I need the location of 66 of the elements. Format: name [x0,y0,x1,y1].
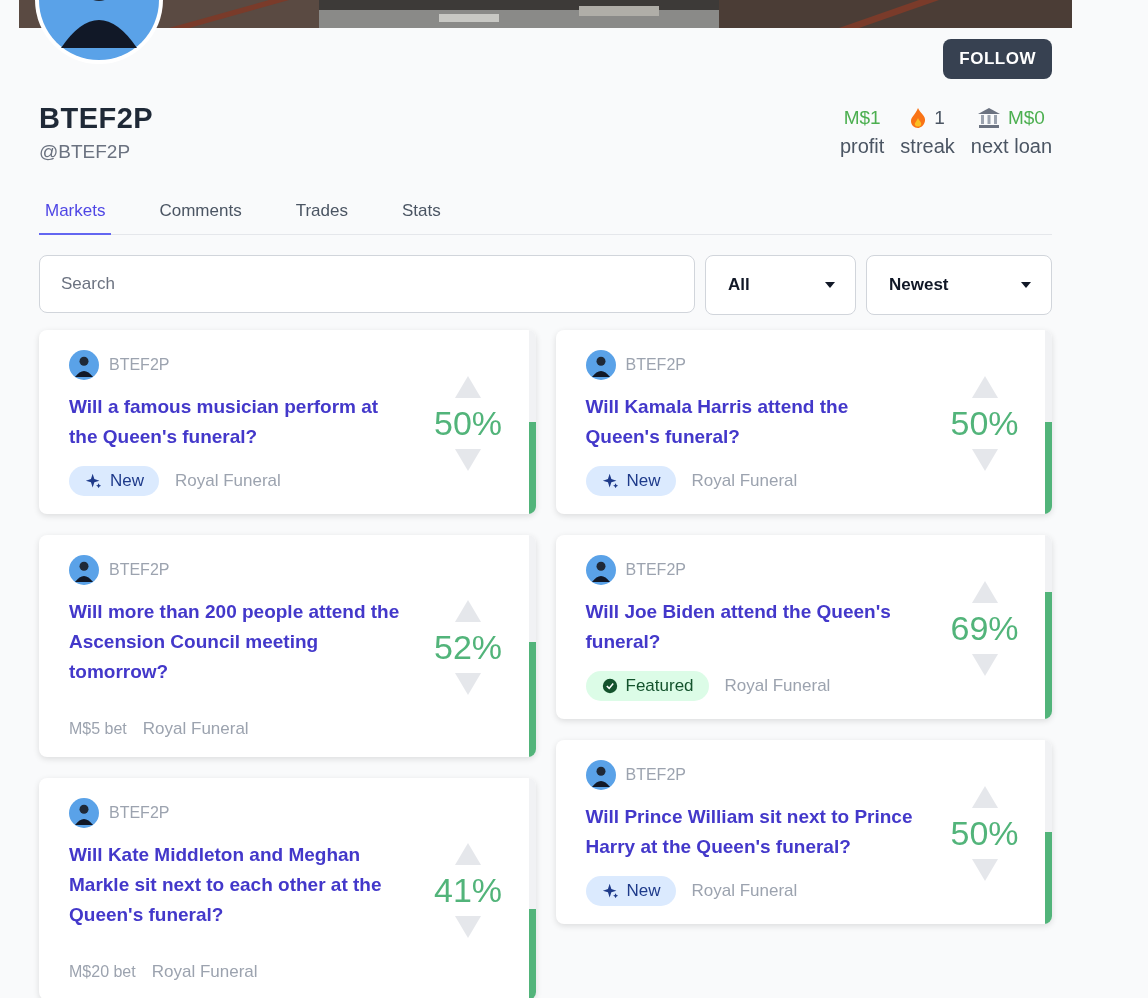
up-arrow-icon[interactable] [455,842,481,865]
down-arrow-icon[interactable] [971,448,998,471]
probability: 50% [950,813,1019,853]
creator-avatar [69,555,99,585]
creator-avatar [585,555,616,585]
stat-value: M$1 [843,107,881,129]
stat-value: 1 [934,107,945,129]
market-question[interactable]: Will more than 200 people attend the Ascension Council meeting tomorrow? [69,597,405,687]
up-arrow-icon[interactable] [971,375,998,398]
filter-dropdown[interactable]: Newest [866,255,1052,315]
probability: 41% [433,870,503,910]
tab[interactable]: Markets [39,189,112,235]
probability: 52% [433,627,503,667]
creator-avatar [585,760,616,790]
market-card[interactable]: BTEF2P Will a famous musician perform at the Queen's funeral? New Royal Funeral 50% [39,330,536,514]
bet-amount: M$5 bet [69,720,127,738]
up-arrow-icon[interactable] [455,599,481,622]
tab[interactable]: Stats [395,189,447,235]
flame-icon [910,108,927,128]
stat-value: M$0 [1007,107,1045,129]
sparkle-icon [601,472,619,490]
bank-icon [977,108,1000,128]
market-card[interactable]: BTEF2P Will more than 200 people attend the Ascension Council meeting tomorrow? M$5 bet Royal Funeral 52% [39,535,536,757]
sparkle-icon [85,472,102,490]
filter-dropdown[interactable]: All [705,255,856,315]
sparkle-icon [601,882,619,900]
market-card[interactable]: BTEF2P Will Kamala Harris attend the Queen's funeral? New Royal Funeral 50% [555,330,1052,514]
caret-icon [825,282,835,288]
stat-label: streak [900,135,955,158]
down-arrow-icon[interactable] [971,858,998,881]
market-card[interactable]: BTEF2P Will Joe Biden attend the Queen's funeral? Featured Royal Funeral 69% [555,535,1052,719]
new-badge: New [585,876,676,906]
down-arrow-icon[interactable] [455,448,481,471]
down-arrow-icon[interactable] [455,915,481,938]
bet-amount: M$20 bet [69,963,136,981]
new-badge: New [585,466,676,496]
creator-avatar [69,798,99,828]
market-question[interactable]: Will Prince William sit next to Prince Harry at the Queen's funeral? [585,802,922,862]
stat-label: profit [839,135,885,158]
featured-badge: Featured [585,671,709,701]
tab[interactable]: Comments [153,189,248,235]
down-arrow-icon[interactable] [455,672,481,695]
market-question[interactable]: Will Kamala Harris attend the Queen's funeral? [585,392,922,452]
new-badge: New [69,466,159,496]
market-question[interactable]: Will Kate Middleton and Meghan Markle sit next to each other at the Queen's funeral? [69,840,405,930]
market-question[interactable]: Will a famous musician perform at the Queen's funeral? [69,392,405,452]
creator-avatar [585,350,616,380]
market-card[interactable]: BTEF2P Will Prince William sit next to Prince Harry at the Queen's funeral? New Royal Funeral 50% [555,740,1052,924]
market-card[interactable]: BTEF2P Will Kate Middleton and Meghan Markle sit next to each other at the Queen's funeral? M$20 bet Royal Funeral 41% [39,778,536,998]
follow-button[interactable]: FOLLOW [943,39,1052,79]
up-arrow-icon[interactable] [971,785,998,808]
probability: 69% [950,608,1019,648]
creator-avatar [69,350,99,380]
tab[interactable]: Trades [289,189,354,235]
down-arrow-icon[interactable] [971,653,998,676]
up-arrow-icon[interactable] [455,375,481,398]
profile-handle: @BTEF2P [39,141,132,163]
up-arrow-icon[interactable] [971,580,998,603]
check-badge-icon [601,678,618,694]
market-question[interactable]: Will Joe Biden attend the Queen's funeral? [585,597,922,657]
probability: 50% [950,403,1019,443]
search-field[interactable]: Search [39,255,695,313]
probability: 50% [433,403,503,443]
caret-icon [1021,282,1031,288]
stat-label: next loan [970,135,1052,158]
profile-name: BTEF2P [39,102,154,135]
